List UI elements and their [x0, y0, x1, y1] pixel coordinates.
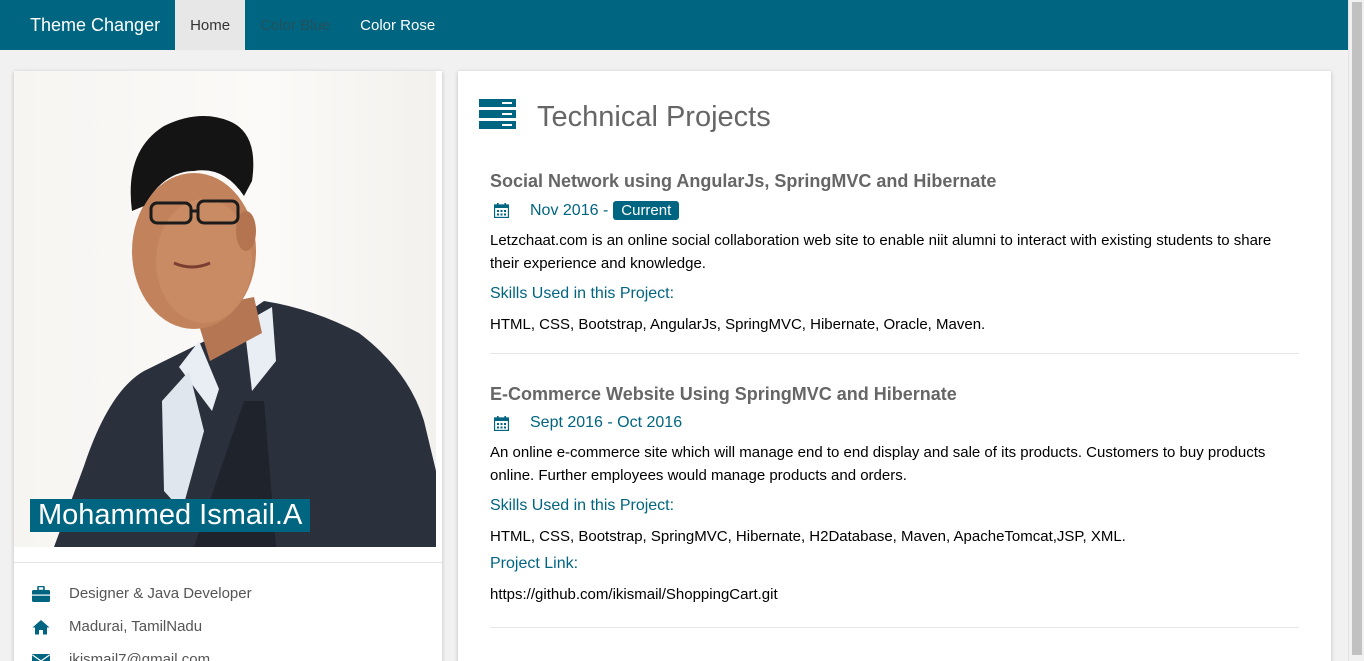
project-title: E-Commerce Website Using SpringMVC and H… — [490, 384, 957, 404]
section-title: Technical Projects — [537, 101, 771, 133]
project-date-row: Sept 2016 - Oct 2016 — [490, 414, 1300, 432]
skills-label: Skills Used in this Project: — [490, 497, 675, 514]
project-divider — [490, 353, 1299, 354]
current-badge: Current — [613, 201, 680, 220]
scrollbar-thumb[interactable] — [1352, 2, 1362, 655]
calendar-icon — [494, 415, 509, 431]
calendar-icon — [494, 203, 509, 218]
top-navbar: Theme Changer Home Color Blue Color Rose — [0, 0, 1348, 50]
profile-card: Mohammed Ismail.A Designer & Java Develo… — [14, 71, 442, 661]
profile-location: Madurai, TamilNadu — [69, 618, 203, 635]
navbar-brand[interactable]: Theme Changer — [0, 0, 175, 50]
skills-list: HTML, CSS, Bootstrap, SpringMVC, Hiberna… — [490, 528, 1126, 545]
project-description: An online e-commerce site which will man… — [490, 444, 1266, 484]
project-title: Social Network using AngularJs, SpringMV… — [490, 171, 997, 191]
briefcase-icon — [32, 585, 50, 602]
envelope-icon — [32, 653, 50, 661]
nav-item-color-blue[interactable]: Color Blue — [245, 0, 345, 50]
project-item: E-Commerce Website Using SpringMVC and H… — [490, 384, 1300, 603]
profile-role-row: Designer & Java Developer — [32, 585, 252, 602]
project-divider — [490, 627, 1299, 628]
nav-item-color-rose[interactable]: Color Rose — [345, 0, 450, 50]
project-date-row: Nov 2016 - Current — [490, 201, 1300, 220]
profile-email[interactable]: ikismail7@gmail.com — [69, 651, 210, 661]
skills-label: Skills Used in this Project: — [490, 285, 675, 302]
home-icon — [32, 619, 50, 634]
project-link-label: Project Link: — [490, 555, 579, 572]
profile-role: Designer & Java Developer — [69, 585, 252, 602]
project-date: Nov 2016 - — [530, 201, 609, 219]
server-icon — [479, 99, 516, 129]
project-date: Sept 2016 - Oct 2016 — [530, 414, 683, 431]
profile-photo: Mohammed Ismail.A — [14, 71, 436, 547]
profile-name: Mohammed Ismail.A — [30, 499, 311, 532]
skills-list: HTML, CSS, Bootstrap, AngularJs, SpringM… — [490, 316, 986, 333]
profile-photo-illustration — [54, 116, 436, 547]
project-description: Letzchaat.com is an online social collab… — [490, 232, 1272, 272]
nav-item-home[interactable]: Home — [175, 0, 246, 50]
page-scrollbar[interactable] — [1348, 0, 1364, 661]
profile-email-row: ikismail7@gmail.com — [32, 651, 210, 661]
profile-location-row: Madurai, TamilNadu — [32, 618, 202, 635]
project-link[interactable]: https://github.com/ikismail/ShoppingCart… — [490, 586, 1300, 603]
projects-card: Technical Projects Social Network using … — [458, 71, 1331, 661]
project-item: Social Network using AngularJs, SpringMV… — [490, 171, 1300, 333]
profile-divider — [14, 562, 442, 563]
